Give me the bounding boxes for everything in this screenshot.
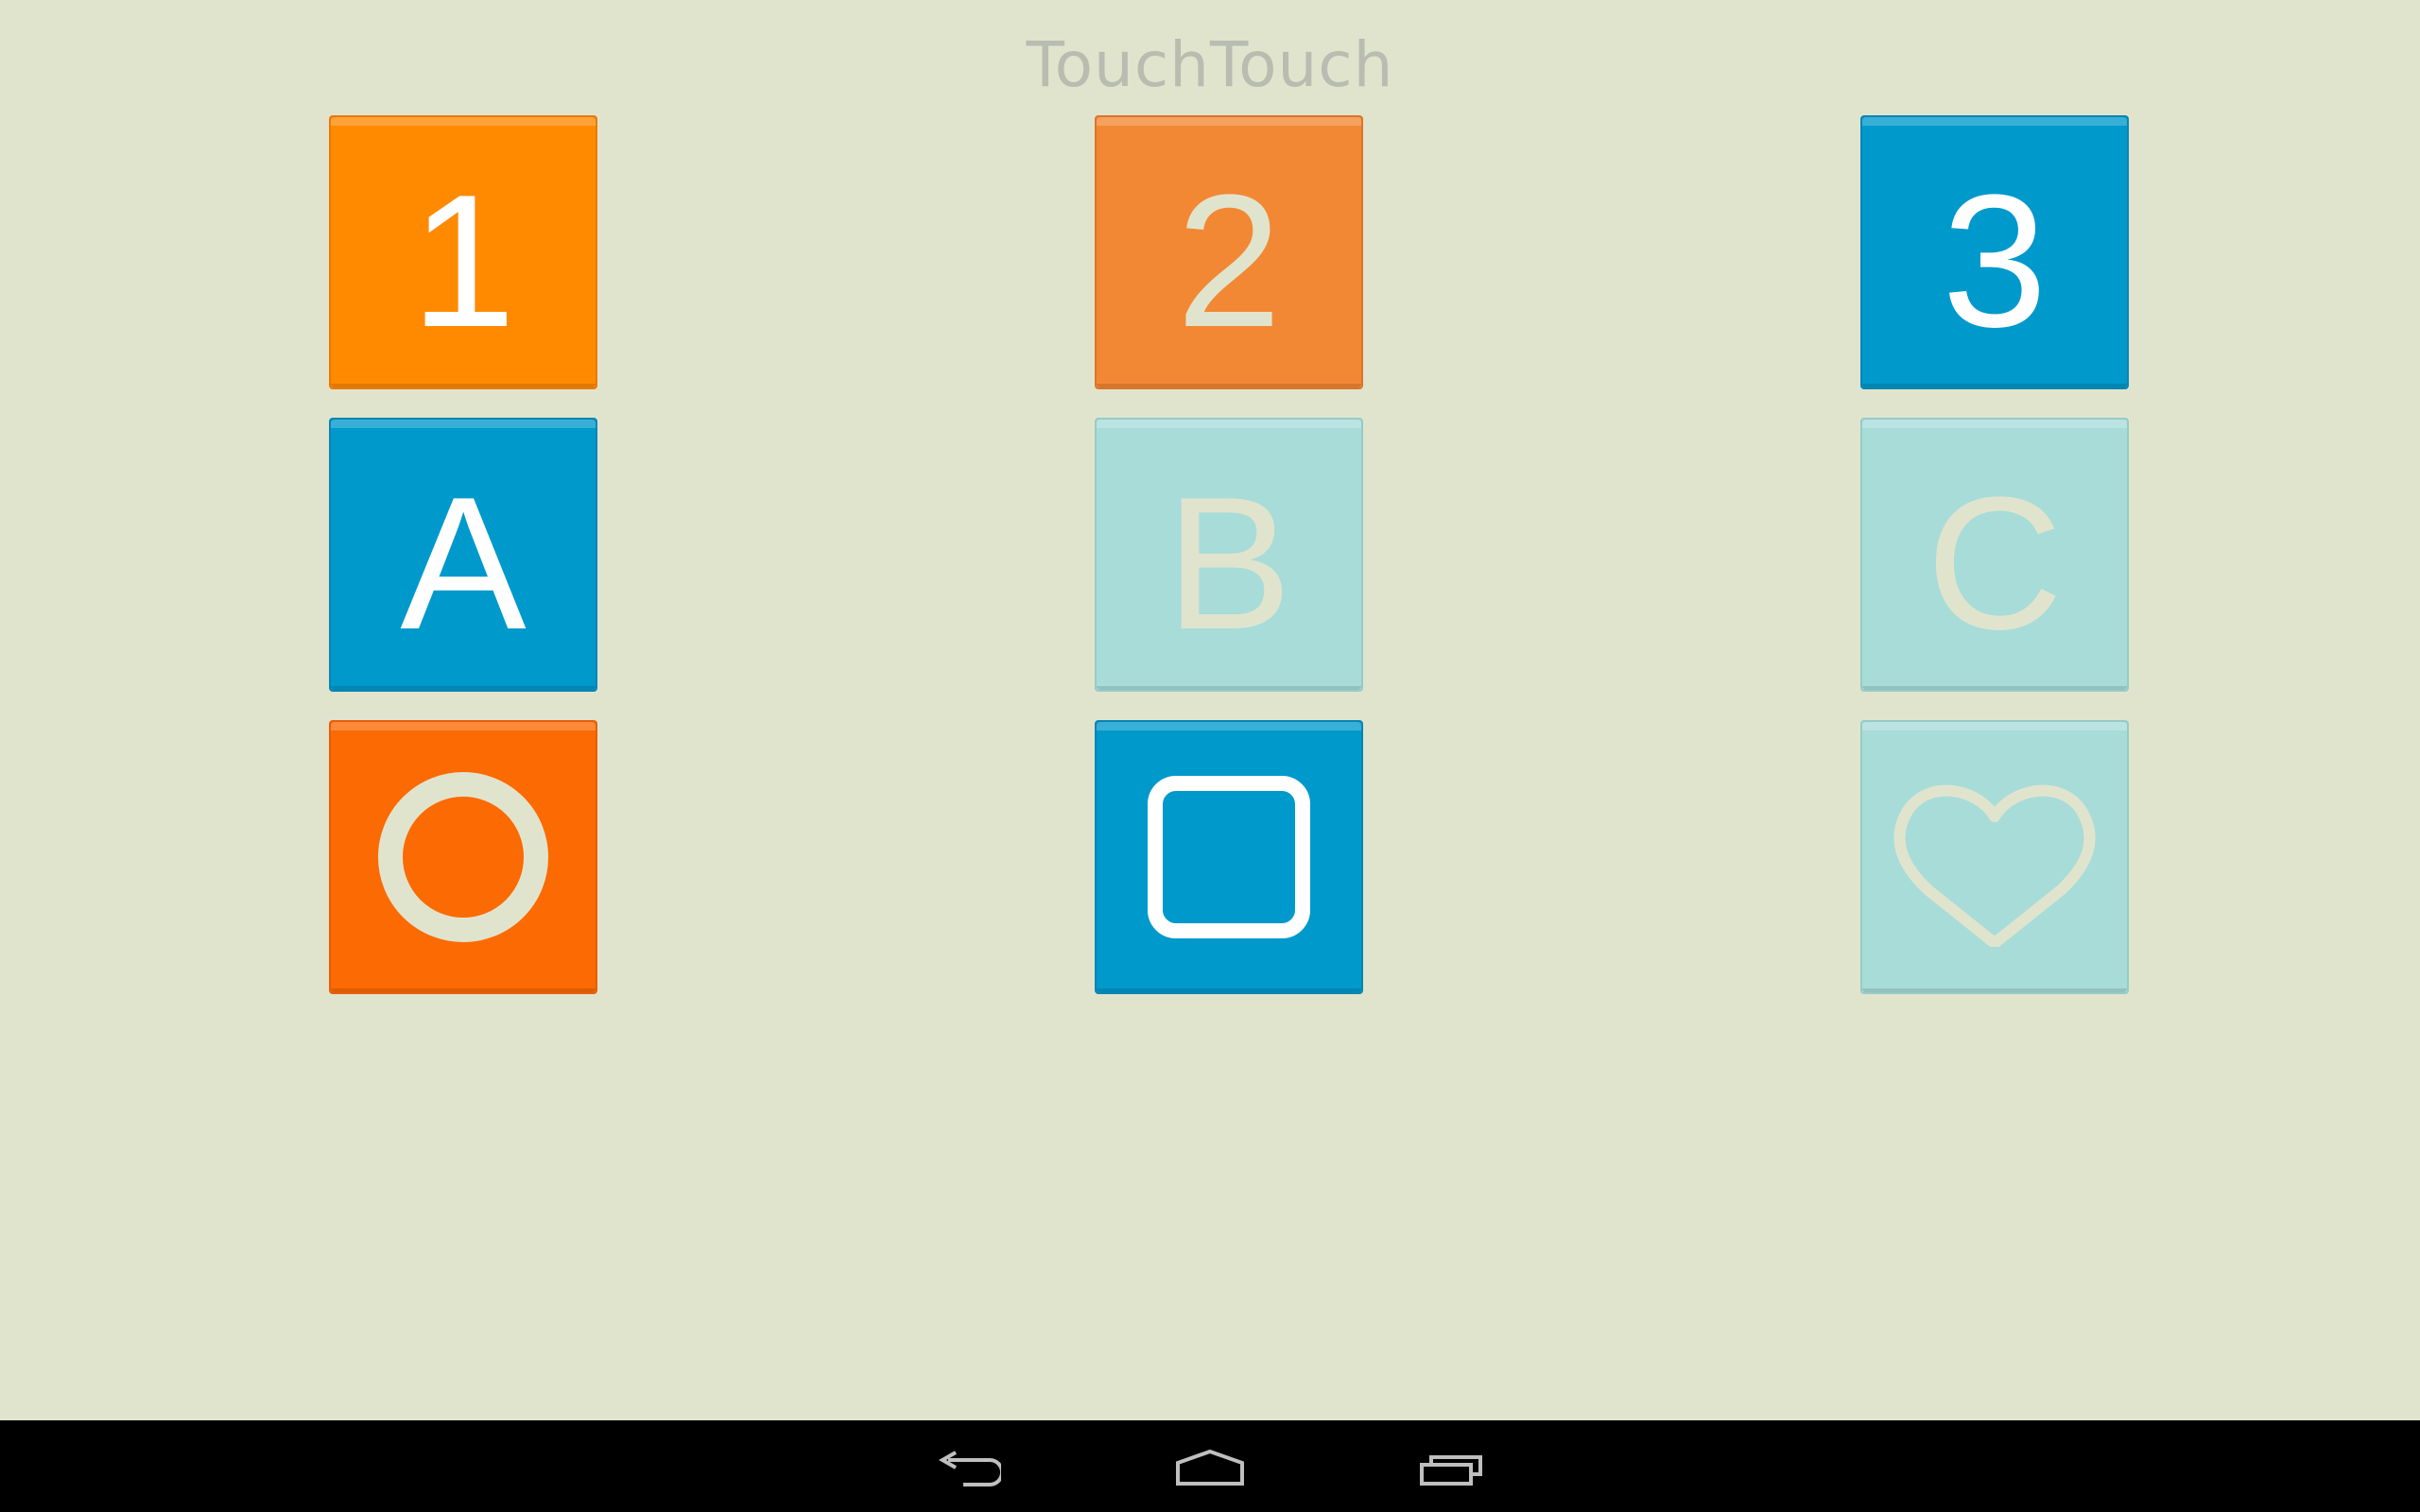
back-button[interactable] — [911, 1439, 1025, 1496]
recents-button[interactable] — [1395, 1439, 1509, 1496]
tile-label: C — [1926, 458, 2064, 669]
tile-label: 1 — [410, 156, 516, 367]
tile-label: B — [1166, 458, 1292, 669]
app-title: TouchTouch — [1026, 28, 1394, 101]
tile-1[interactable]: 1 — [329, 115, 597, 389]
back-icon — [938, 1451, 1001, 1486]
home-icon — [1176, 1449, 1244, 1486]
system-navigation-bar — [0, 1420, 2420, 1512]
tile-c[interactable]: C — [1860, 418, 2129, 692]
tile-square[interactable] — [1095, 720, 1363, 994]
tile-3[interactable]: 3 — [1860, 115, 2129, 389]
recents-icon — [1420, 1455, 1482, 1486]
app-screen: TouchTouch 1 2 3 A B C — [0, 0, 2420, 1420]
tile-label: A — [400, 458, 527, 669]
circle-icon — [378, 772, 548, 942]
tile-circle[interactable] — [329, 720, 597, 994]
square-icon — [1148, 776, 1310, 938]
tile-b[interactable]: B — [1095, 418, 1363, 692]
tile-heart[interactable] — [1860, 720, 2129, 994]
heart-icon — [1893, 784, 2096, 947]
home-button[interactable] — [1153, 1439, 1267, 1496]
tile-a[interactable]: A — [329, 418, 597, 692]
tile-label: 3 — [1942, 156, 2048, 367]
tile-label: 2 — [1176, 156, 1282, 367]
tile-2[interactable]: 2 — [1095, 115, 1363, 389]
